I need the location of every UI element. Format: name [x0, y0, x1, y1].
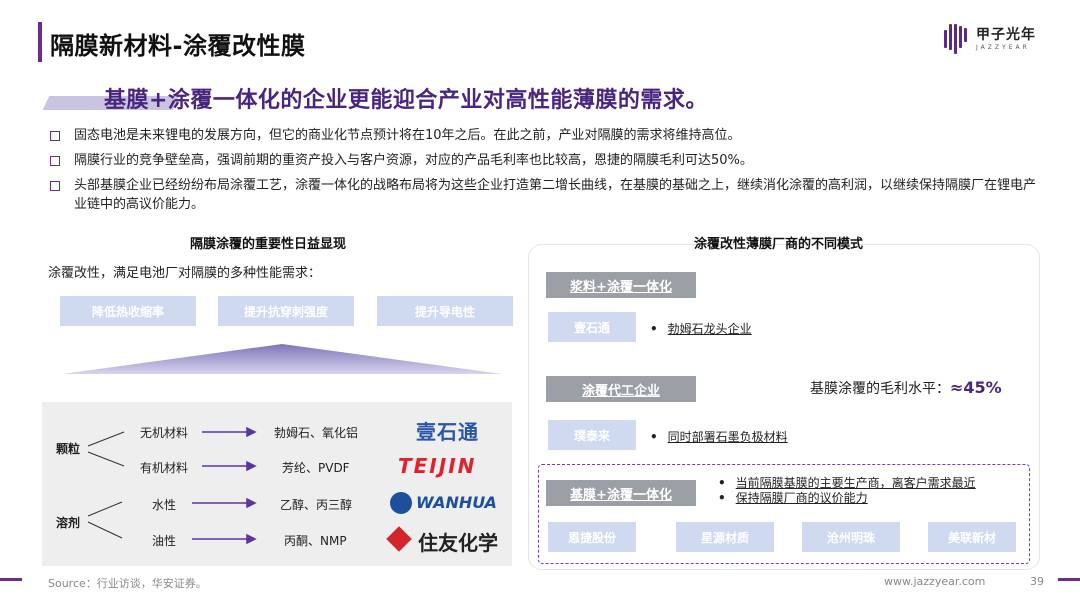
category-solvent: 溶剂: [56, 516, 81, 530]
margin-value: ≈45%: [950, 378, 1002, 397]
material-type: 有机材料: [140, 461, 189, 475]
brand-logo-yishitong: 壹石通: [416, 420, 479, 444]
sumitomo-wordmark: 住友化学: [418, 531, 498, 555]
material-examples: 乙醇、丙三醇: [280, 498, 353, 512]
margin-level: 基膜涂覆的毛利水平：≈45%: [810, 378, 1002, 397]
bullet-square-icon: [50, 181, 60, 191]
mode-note: • 保持隔膜厂商的议价能力: [718, 491, 868, 505]
need-pill: 降低热收缩率: [60, 296, 196, 326]
right-section-heading: 涂覆改性薄膜厂商的不同模式: [694, 237, 864, 252]
triangle-divider: [62, 344, 502, 374]
company-box: 璞泰来: [548, 420, 636, 450]
wanhua-wordmark: WANHUA: [416, 493, 497, 512]
mode-note: • 同时部署石墨负极材料: [650, 430, 788, 444]
brand-logo-sumitomo: 住友化学: [386, 526, 512, 555]
title-accent-bar: [38, 22, 42, 62]
brand-logo-wanhua: WANHUA: [390, 490, 512, 518]
wanhua-globe-icon: [390, 492, 412, 514]
left-section-heading: 隔膜涂覆的重要性日益显现: [190, 237, 347, 252]
page-subtitle: 基膜+涂覆一体化的企业更能迎合产业对高性能薄膜的需求。: [104, 88, 708, 113]
need-pill: 提升抗穿刺强度: [218, 296, 354, 326]
mode-label-coating-oem: 涂覆代工企业: [546, 376, 696, 402]
company-box: 恩捷股份: [548, 522, 636, 552]
bullet-list: 固态电池是未来锂电的发展方向，但它的商业化节点预计将在10年之后。在此之前，产业…: [48, 126, 1038, 220]
material-type: 油性: [152, 534, 177, 548]
brand-logo-teijin: TEIJIN: [398, 454, 477, 478]
mode-note: • 勃姆石龙头企业: [650, 322, 752, 336]
bullet-square-icon: [50, 131, 60, 141]
company-box: 壹石通: [548, 312, 636, 342]
left-section-desc: 涂覆改性，满足电池厂对隔膜的多种性能需求：: [48, 266, 322, 281]
need-pill: 提升导电性: [377, 296, 513, 326]
logo-en-text: JAZZYEAR: [976, 44, 1030, 51]
footer-accent-right: [1058, 578, 1080, 581]
company-box: 美联新材: [928, 522, 1016, 552]
footer-accent-left: [0, 578, 22, 581]
bullet-text: 头部基膜企业已经纷纷布局涂覆工艺，涂覆一体化的战略布局将为这些企业打造第二增长曲…: [74, 178, 1037, 212]
materials-box: 颗粒 溶剂 无机材料 有机材料 水性 油性 勃姆石、氧化铝 芳纶、PVDF 乙醇…: [42, 402, 512, 566]
bullet-text: 隔膜行业的竞争壁垒高，强调前期的重资产投入与客户资源，对应的产品毛利率也比较高，…: [74, 153, 753, 168]
company-box: 沧州明珠: [802, 522, 900, 552]
page-number: 39: [1030, 575, 1044, 588]
bullet-item: 固态电池是未来锂电的发展方向，但它的商业化节点预计将在10年之后。在此之前，产业…: [48, 126, 1038, 145]
bullet-item: 头部基膜企业已经纷纷布局涂覆工艺，涂覆一体化的战略布局将为这些企业打造第二增长曲…: [48, 176, 1038, 214]
mode-label-base-coating: 基膜+涂覆一体化: [546, 480, 696, 506]
footer-url: www.jazzyear.com: [884, 575, 986, 588]
sumitomo-diamond-icon: [386, 526, 412, 552]
logo-bars-icon: [944, 24, 968, 54]
category-particle: 颗粒: [56, 442, 81, 456]
jazzyear-logo: 甲子光年 JAZZYEAR: [944, 22, 1054, 58]
bullet-text: 固态电池是未来锂电的发展方向，但它的商业化节点预计将在10年之后。在此之前，产业…: [74, 128, 741, 143]
bullet-square-icon: [50, 156, 60, 166]
material-examples: 丙酮、NMP: [284, 534, 347, 548]
logo-cn-text: 甲子光年: [976, 27, 1036, 43]
mode-label-slurry-coating: 浆料+涂覆一体化: [546, 272, 696, 298]
bullet-item: 隔膜行业的竞争壁垒高，强调前期的重资产投入与客户资源，对应的产品毛利率也比较高，…: [48, 151, 1038, 170]
source-note: Source：行业访谈，华安证券。: [48, 577, 207, 590]
material-type: 无机材料: [140, 426, 189, 440]
material-examples: 勃姆石、氧化铝: [274, 426, 359, 440]
company-box: 星源材质: [676, 522, 774, 552]
material-examples: 芳纶、PVDF: [282, 461, 350, 475]
material-type: 水性: [152, 498, 177, 512]
page-title: 隔膜新材料-涂覆改性膜: [50, 32, 306, 60]
